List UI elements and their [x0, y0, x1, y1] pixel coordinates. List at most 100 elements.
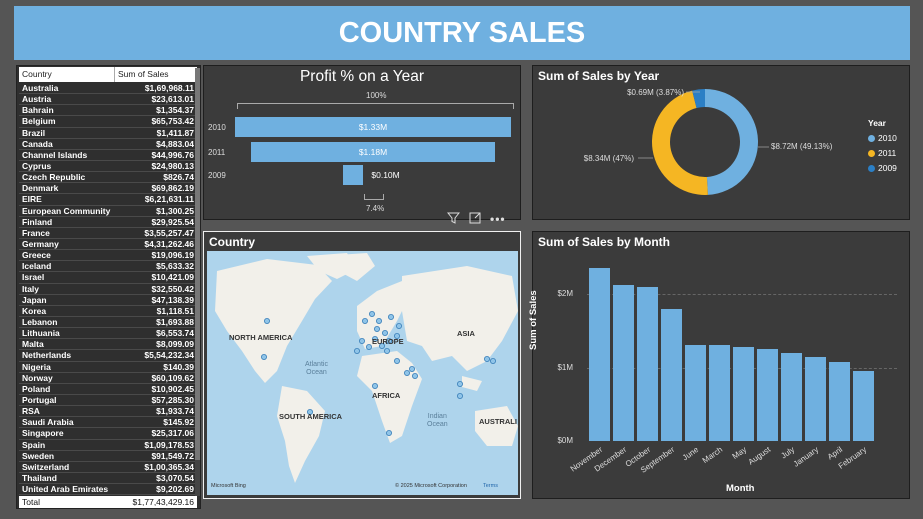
country-cell: Israel [22, 272, 45, 283]
table-row[interactable]: Korea $1,118.51 [19, 306, 197, 317]
table-row[interactable]: Austria $23,613.01 [19, 94, 197, 106]
map-country-point[interactable] [385, 429, 392, 436]
map-country-point[interactable] [358, 338, 365, 345]
table-row[interactable]: Poland $10,902.45 [19, 384, 197, 395]
table-row[interactable]: United Arab Emirates $9,202.69 [19, 484, 197, 496]
table-row[interactable]: Malta $8,099.09 [19, 339, 197, 351]
table-row[interactable]: Cyprus $24,980.13 [19, 160, 197, 173]
month-bar-november[interactable] [589, 268, 610, 441]
table-row[interactable]: Israel $10,421.09 [19, 272, 197, 284]
legend-label: 2011 [878, 148, 897, 158]
table-row[interactable]: Saudi Arabia $145.92 [19, 417, 197, 429]
more-options-icon[interactable]: ••• [490, 212, 506, 227]
expand-icon[interactable] [469, 212, 481, 227]
map-country-point[interactable] [368, 311, 375, 318]
table-row[interactable]: Lithuania $6,553.74 [19, 328, 197, 340]
table-row[interactable]: Switzerland $1,00,365.34 [19, 462, 197, 473]
month-bar-december[interactable] [613, 285, 634, 441]
month-bar-august[interactable] [757, 349, 778, 441]
table-row[interactable]: Greece $19,096.19 [19, 250, 197, 262]
table-row[interactable]: Nigeria $140.39 [19, 362, 197, 373]
profit-funnel-panel[interactable]: Profit % on a Year $1.33M 2010 $1.18M 2011 $… [203, 65, 521, 220]
table-row[interactable]: Channel Islands $44,996.76 [19, 150, 197, 161]
table-row[interactable]: Spain $1,09,178.53 [19, 440, 197, 451]
world-map[interactable]: NORTH AMERICA EUROPE ASIA AFRICA SOUTH A… [207, 251, 518, 495]
sales-cell: $24,980.13 [151, 160, 194, 171]
table-row[interactable]: Denmark $69,862.19 [19, 183, 197, 195]
legend-item-2011[interactable]: 2011 [868, 148, 897, 158]
donut-data-label: $8.72M (49.13%) [771, 142, 833, 151]
table-row[interactable]: France $3,55,257.47 [19, 228, 197, 239]
map-country-point[interactable] [361, 318, 368, 325]
funnel-bar-2009[interactable] [342, 165, 364, 185]
map-country-point[interactable] [408, 366, 415, 373]
map-terms-link[interactable]: Terms [483, 483, 498, 489]
total-value: $1,77,43,429.16 [132, 497, 194, 507]
table-row[interactable]: Canada $4,883.04 [19, 139, 197, 150]
legend-item-2009[interactable]: 2009 [868, 163, 897, 173]
map-country-point[interactable] [264, 318, 271, 325]
funnel-bar-2010[interactable]: $1.33M [235, 117, 511, 137]
month-bar-july[interactable] [781, 352, 802, 441]
funnel-bar-2011[interactable]: $1.18M [250, 142, 496, 162]
scrollbar-thumb[interactable] [195, 68, 200, 460]
map-country-point[interactable] [373, 326, 380, 333]
map-label-north-america: NORTH AMERICA [229, 333, 293, 342]
table-scrollbar[interactable] [195, 68, 200, 496]
map-country-point[interactable] [489, 358, 496, 365]
map-country-point[interactable] [365, 344, 372, 351]
map-country-point[interactable] [371, 382, 378, 389]
map-country-point[interactable] [387, 314, 394, 321]
month-bar-january[interactable] [805, 357, 826, 441]
map-country-point[interactable] [395, 323, 402, 330]
month-bar-october[interactable] [637, 287, 658, 441]
table-row[interactable]: Japan $47,138.39 [19, 295, 197, 306]
table-row[interactable]: Finland $29,925.54 [19, 217, 197, 228]
month-bar-march[interactable] [709, 345, 730, 441]
table-row[interactable]: Czech Republic $826.74 [19, 172, 197, 184]
table-header: Country Sum of Sales [19, 67, 197, 82]
table-row[interactable]: RSA $1,933.74 [19, 406, 197, 418]
legend-item-2010[interactable]: 2010 [868, 133, 897, 143]
table-row[interactable]: Bahrain $1,354.37 [19, 105, 197, 117]
map-country-point[interactable] [456, 392, 463, 399]
table-row[interactable]: Australia $1,69,968.11 [19, 83, 197, 95]
table-row[interactable]: Sweden $91,549.72 [19, 451, 197, 462]
table-row[interactable]: Germany $4,31,262.46 [19, 239, 197, 251]
map-country-point[interactable] [383, 348, 390, 355]
table-row[interactable]: Thailand $3,070.54 [19, 473, 197, 485]
table-row[interactable]: Italy $32,550.42 [19, 284, 197, 295]
filter-icon[interactable] [446, 212, 461, 227]
table-row[interactable]: EIRE $6,21,631.11 [19, 194, 197, 206]
sales-cell: $1,69,968.11 [144, 83, 194, 93]
month-bar-june[interactable] [685, 344, 706, 441]
map-country-point[interactable] [483, 356, 490, 363]
table-row[interactable]: Brazil $1,411.87 [19, 128, 197, 139]
table-row[interactable]: Netherlands $5,54,232.34 [19, 350, 197, 362]
map-country-point[interactable] [403, 370, 410, 377]
sales-cell: $1,354.37 [156, 105, 194, 116]
month-bar-february[interactable] [853, 371, 874, 441]
map-country-point[interactable] [393, 358, 400, 365]
map-country-point[interactable] [381, 330, 388, 337]
map-country-point[interactable] [375, 318, 382, 325]
donut-slice-2010[interactable] [705, 89, 759, 195]
month-bar-september[interactable] [661, 308, 682, 441]
table-row[interactable]: Iceland $5,633.32 [19, 261, 197, 273]
table-row[interactable]: European Community $1,300.25 [19, 206, 197, 217]
table-row[interactable]: Portugal $57,285.30 [19, 395, 197, 407]
table-row[interactable]: Norway $60,109.62 [19, 373, 197, 384]
country-cell: Japan [22, 294, 47, 305]
month-bar-may[interactable] [733, 346, 754, 441]
map-country-point[interactable] [456, 380, 463, 387]
table-row[interactable]: Singapore $25,317.06 [19, 428, 197, 440]
column-header-country[interactable]: Country [19, 67, 115, 82]
country-sales-table[interactable]: Country Sum of Sales Australia $1,69,968.… [16, 65, 201, 509]
map-country-point[interactable] [261, 354, 268, 361]
map-country-point[interactable] [353, 348, 360, 355]
table-row[interactable]: Belgium $65,753.42 [19, 116, 197, 128]
map-country-point[interactable] [411, 373, 418, 380]
column-header-sum-of-sales[interactable]: Sum of Sales [115, 67, 197, 82]
table-row[interactable]: Lebanon $1,693.88 [19, 317, 197, 329]
month-bar-april[interactable] [829, 362, 850, 441]
